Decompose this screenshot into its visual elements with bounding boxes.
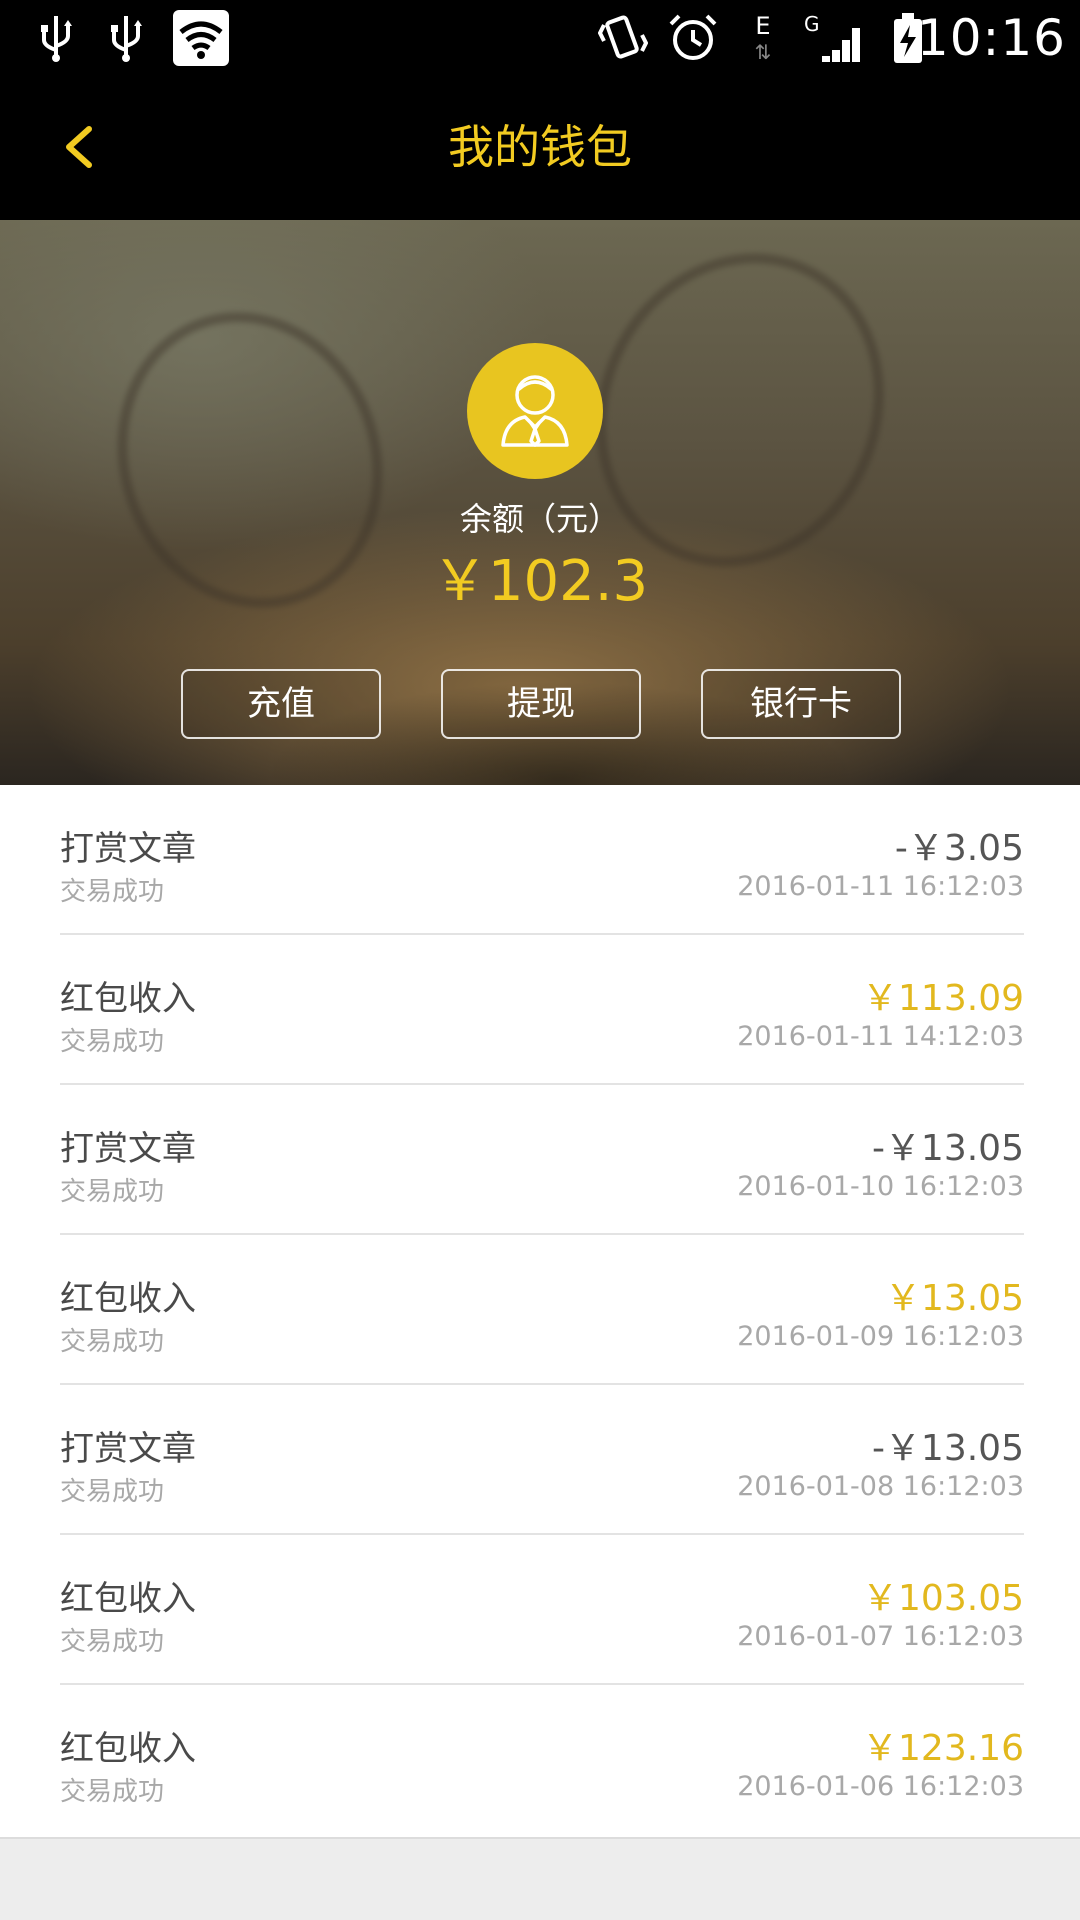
transaction-title: 打赏文章 [60,1129,196,1169]
transaction-amount: ￥103.05 [862,1578,1024,1619]
transaction-row[interactable]: 红包收入 交易成功 ￥123.16 2016-01-06 16:12:03 [60,1685,1024,1835]
transaction-amount: ￥113.09 [862,978,1024,1019]
alarm-icon [666,10,720,66]
transaction-title: 红包收入 [60,1729,196,1769]
signal-icon: G [800,10,866,66]
vibrate-icon [596,10,650,66]
transaction-row[interactable]: 打赏文章 交易成功 -￥3.05 2016-01-11 16:12:03 [60,785,1024,935]
network-e-icon: E ⇅ [754,12,772,64]
transaction-date: 2016-01-11 14:12:03 [737,1021,1024,1052]
transaction-title: 红包收入 [60,1279,196,1319]
transaction-title: 打赏文章 [60,1429,196,1469]
usb-icon [100,10,152,66]
transaction-status: 交易成功 [60,877,165,907]
transaction-status: 交易成功 [60,1027,165,1057]
user-avatar-icon[interactable] [467,343,603,479]
signal-type-label: G [804,12,820,36]
transaction-row[interactable]: 红包收入 交易成功 ￥13.05 2016-01-09 16:12:03 [60,1235,1024,1385]
clock: 10:16 [916,9,1066,67]
transaction-amount: ￥123.16 [862,1728,1024,1769]
transaction-status: 交易成功 [60,1327,165,1357]
transaction-row[interactable]: 打赏文章 交易成功 -￥13.05 2016-01-10 16:12:03 [60,1085,1024,1235]
transaction-row[interactable]: 打赏文章 交易成功 -￥13.05 2016-01-08 16:12:03 [60,1385,1024,1535]
transaction-status: 交易成功 [60,1777,165,1807]
wifi-icon [172,10,230,66]
transaction-amount: -￥13.05 [871,1428,1024,1469]
status-bar: E ⇅ G 10:16 [0,0,1080,74]
transaction-amount: ￥13.05 [884,1278,1024,1319]
transaction-title: 红包收入 [60,1579,196,1619]
transaction-date: 2016-01-10 16:12:03 [737,1171,1024,1202]
wallet-header-banner: 余额（元） ￥102.3 充值 提现 银行卡 [0,220,1080,785]
transaction-date: 2016-01-06 16:12:03 [737,1771,1024,1802]
transaction-date: 2016-01-09 16:12:03 [737,1321,1024,1352]
network-type-label: E [755,12,771,40]
balance-label: 余额（元） [459,500,620,538]
transaction-amount: -￥13.05 [871,1128,1024,1169]
recharge-button[interactable]: 充值 [181,669,381,739]
page-title: 我的钱包 [448,120,632,174]
transaction-title: 红包收入 [60,979,196,1019]
wallet-actions: 充值 提现 银行卡 [0,669,1080,739]
transaction-title: 打赏文章 [60,829,196,869]
top-nav-bar: 我的钱包 [0,74,1080,220]
withdraw-button[interactable]: 提现 [441,669,641,739]
balance-amount: ￥102.3 [431,549,649,614]
transaction-date: 2016-01-07 16:12:03 [737,1621,1024,1652]
transaction-date: 2016-01-08 16:12:03 [737,1471,1024,1502]
transaction-amount: -￥3.05 [894,828,1024,869]
transaction-list: 打赏文章 交易成功 -￥3.05 2016-01-11 16:12:03 红包收… [0,785,1080,1839]
transaction-status: 交易成功 [60,1477,165,1507]
transaction-status: 交易成功 [60,1177,165,1207]
bank-card-button[interactable]: 银行卡 [701,669,901,739]
transaction-date: 2016-01-11 16:12:03 [737,871,1024,902]
usb-icon [30,10,82,66]
transaction-row[interactable]: 红包收入 交易成功 ￥103.05 2016-01-07 16:12:03 [60,1535,1024,1685]
transaction-row[interactable]: 红包收入 交易成功 ￥113.09 2016-01-11 14:12:03 [60,935,1024,1085]
transaction-status: 交易成功 [60,1627,165,1657]
